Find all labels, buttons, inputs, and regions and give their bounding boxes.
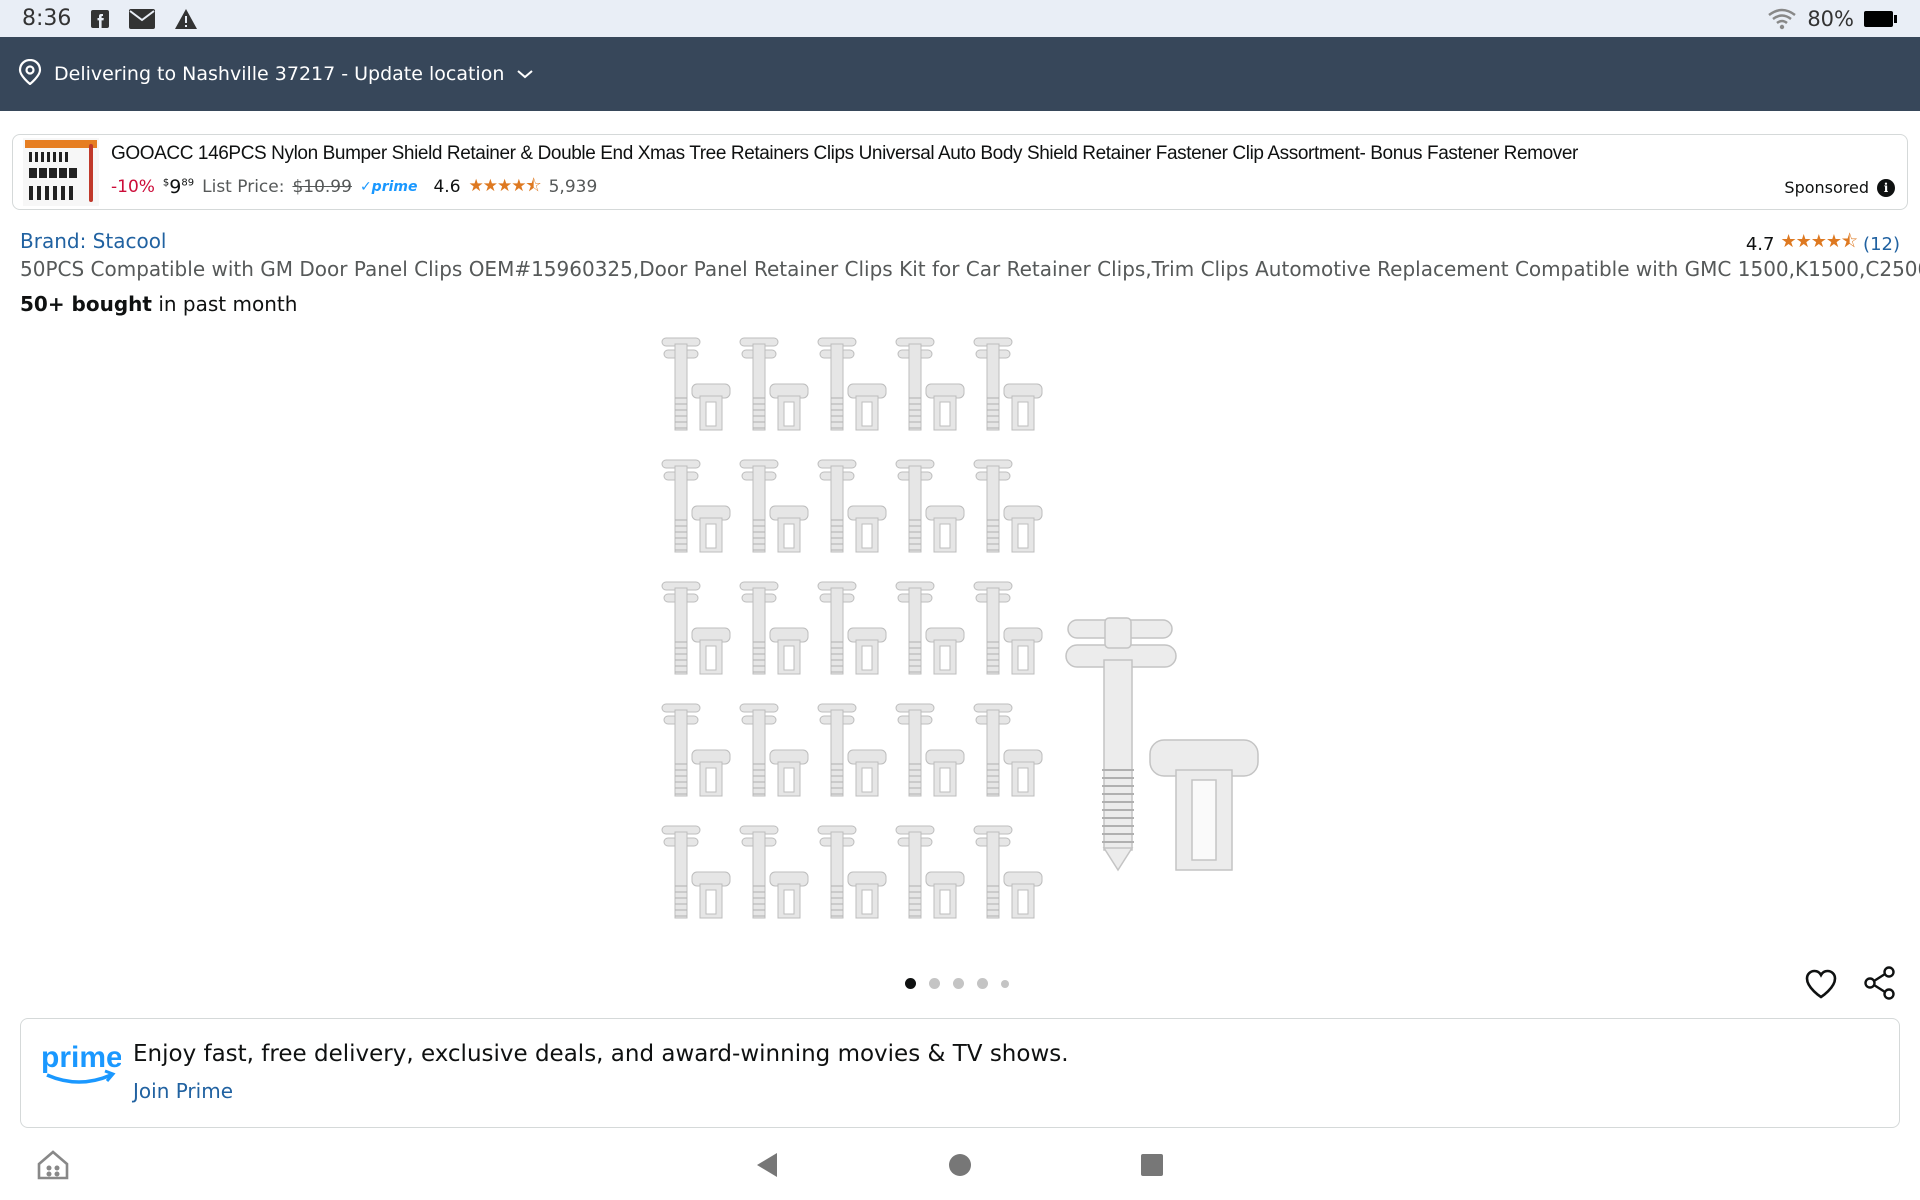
wifi-icon <box>1767 8 1797 30</box>
clip-pair <box>973 703 1043 797</box>
clip-pair <box>661 337 731 431</box>
review-count-link[interactable]: (12) <box>1863 234 1900 255</box>
location-pin-icon <box>18 58 42 90</box>
carousel-dot[interactable] <box>977 978 988 989</box>
clips-illustration <box>661 337 1259 919</box>
clip-pair <box>973 825 1043 919</box>
sponsored-list-price-label: List Price: <box>202 177 285 197</box>
product-image[interactable] <box>650 330 1270 930</box>
clip-pair <box>739 459 809 553</box>
sponsored-price: $989 <box>162 176 195 198</box>
clip-pair <box>661 459 731 553</box>
sponsored-star-rating-icon: ★★★★⯪ <box>468 175 542 196</box>
sponsored-product-title[interactable]: GOOACC 146PCS Nylon Bumper Shield Retain… <box>111 143 1897 165</box>
info-icon[interactable]: i <box>1877 178 1895 197</box>
back-icon[interactable] <box>750 1148 784 1182</box>
sponsored-list-price: $10.99 <box>292 177 352 197</box>
clip-pair-large <box>1065 617 1259 872</box>
mail-icon <box>129 8 156 29</box>
clip-pair <box>895 459 965 553</box>
clip-pair <box>739 337 809 431</box>
clip-pair <box>739 825 809 919</box>
clip-pair <box>817 337 887 431</box>
clip-pair <box>739 581 809 675</box>
sponsored-rating: 4.6 <box>433 177 461 197</box>
image-carousel-dots[interactable] <box>905 978 1009 989</box>
facebook-icon <box>91 9 110 28</box>
carousel-dot[interactable] <box>929 978 940 989</box>
battery-percent: 80% <box>1807 6 1854 31</box>
product-rating[interactable]: 4.7 ★★★★⯪ (12) <box>1746 229 1900 259</box>
carousel-dot[interactable] <box>1001 979 1009 988</box>
clip-pair <box>895 703 965 797</box>
clip-pair <box>895 337 965 431</box>
recents-square-icon[interactable] <box>1135 1148 1169 1182</box>
clip-pair <box>973 459 1043 553</box>
battery-icon <box>1864 10 1898 28</box>
clip-pair <box>661 581 731 675</box>
sponsored-product-card[interactable]: GOOACC 146PCS Nylon Bumper Shield Retain… <box>12 134 1908 210</box>
prime-logo: prime <box>41 1041 123 1093</box>
clip-pair <box>817 703 887 797</box>
star-rating-icon: ★★★★⯪ <box>1780 231 1858 252</box>
sponsored-discount: -10% <box>111 177 155 197</box>
sponsored-product-thumbnail[interactable] <box>23 138 99 206</box>
home-apps-icon[interactable] <box>36 1148 70 1182</box>
delivery-location-text: Delivering to Nashville 37217 - Update l… <box>54 63 505 85</box>
status-bar: 8:36 80% <box>0 0 1920 37</box>
bought-in-past-month: 50+ bought in past month <box>20 292 298 316</box>
clip-pair <box>973 337 1043 431</box>
clip-pair <box>661 825 731 919</box>
prime-message: Enjoy fast, free delivery, exclusive dea… <box>133 1041 1069 1067</box>
sponsored-label[interactable]: Sponsored i <box>1784 178 1895 197</box>
home-circle-icon[interactable] <box>943 1148 977 1182</box>
carousel-dot[interactable] <box>905 978 916 989</box>
clip-pair <box>817 459 887 553</box>
clip-pair <box>739 703 809 797</box>
clock: 8:36 <box>22 6 72 31</box>
rating-value: 4.7 <box>1745 233 1775 255</box>
delivery-location-bar[interactable]: Delivering to Nashville 37217 - Update l… <box>0 37 1920 111</box>
clip-pair <box>661 703 731 797</box>
brand-link[interactable]: Brand: Stacool <box>20 229 166 253</box>
carousel-dot[interactable] <box>953 978 964 989</box>
prime-logo-text: prime <box>41 1041 121 1074</box>
clip-pair <box>817 825 887 919</box>
prime-badge: ✓prime <box>359 179 418 195</box>
clip-pair <box>817 581 887 675</box>
join-prime-link[interactable]: Join Prime <box>133 1079 233 1103</box>
sponsored-review-count: 5,939 <box>548 177 598 197</box>
share-icon[interactable] <box>1862 965 1898 1001</box>
prime-banner[interactable]: prime Enjoy fast, free delivery, exclusi… <box>20 1018 1900 1128</box>
clip-pair <box>895 581 965 675</box>
warning-icon <box>175 8 198 29</box>
sponsored-text: Sponsored <box>1784 178 1869 197</box>
clip-pair <box>895 825 965 919</box>
chevron-down-icon <box>516 63 534 85</box>
product-title: 50PCS Compatible with GM Door Panel Clip… <box>20 257 1920 281</box>
clip-pair <box>973 581 1043 675</box>
add-to-list-heart-icon[interactable] <box>1803 966 1839 1002</box>
